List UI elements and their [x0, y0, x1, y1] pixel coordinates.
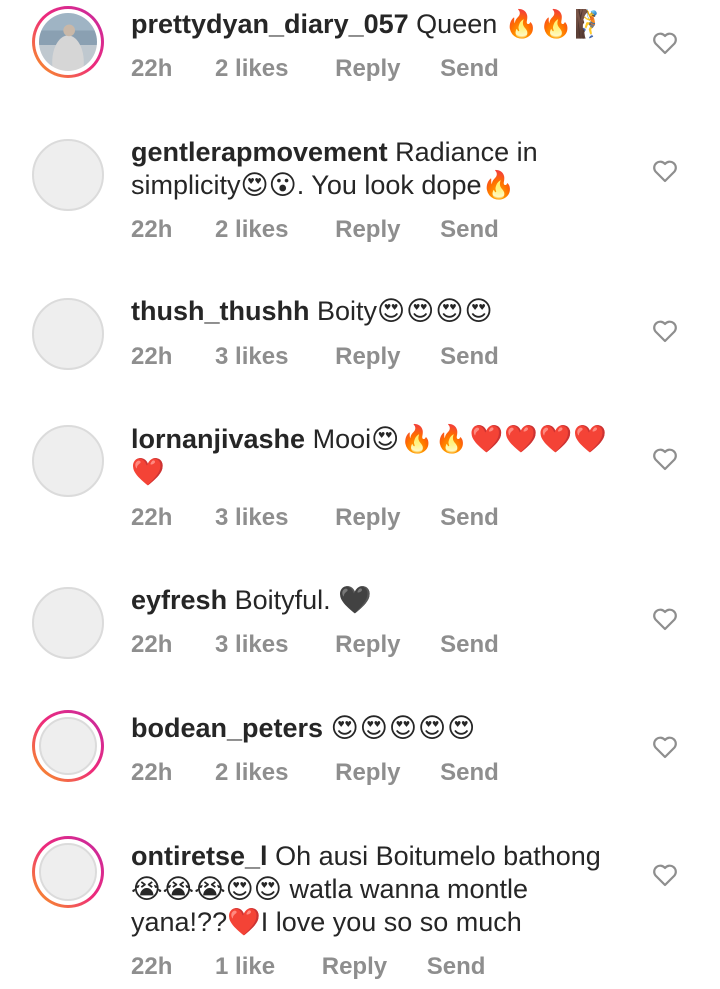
reply-button[interactable]: Reply	[335, 55, 400, 83]
like-heart-icon[interactable]	[652, 447, 678, 471]
avatar[interactable]	[32, 425, 104, 497]
send-button[interactable]: Send	[440, 631, 499, 659]
send-button[interactable]: Send	[440, 216, 499, 244]
comment-text: Boityful.	[234, 585, 331, 615]
comment-time: 22h	[131, 216, 173, 243]
comment-username[interactable]: ontiretse_l	[131, 841, 268, 871]
like-heart-icon[interactable]	[652, 607, 678, 631]
reply-button[interactable]: Reply	[335, 504, 400, 532]
comment-username[interactable]: eyfresh	[131, 585, 227, 615]
comment-time: 22h	[131, 55, 173, 82]
comment-username[interactable]: bodean_peters	[131, 713, 323, 743]
like-heart-icon[interactable]	[652, 863, 678, 887]
avatar[interactable]	[32, 587, 104, 659]
comment-likes[interactable]: 3 likes	[215, 631, 288, 659]
comment-text: Queen	[416, 9, 498, 39]
like-heart-icon[interactable]	[652, 31, 678, 55]
comment-emojis: 😍😍😍😍😍	[330, 713, 477, 743]
reply-button[interactable]: Reply	[322, 953, 387, 981]
avatar[interactable]	[32, 836, 104, 908]
comment-username[interactable]: lornanjivashe	[131, 424, 305, 454]
send-button[interactable]: Send	[440, 759, 499, 787]
send-button[interactable]: Send	[427, 953, 486, 981]
comment-time: 22h	[131, 953, 173, 980]
comment-text: Mooi	[312, 424, 372, 454]
send-button[interactable]: Send	[440, 343, 499, 371]
avatar[interactable]	[32, 6, 104, 78]
comment-emojis: 🖤	[338, 585, 373, 615]
like-heart-icon[interactable]	[652, 159, 678, 183]
reply-button[interactable]: Reply	[335, 759, 400, 787]
reply-button[interactable]: Reply	[335, 216, 400, 244]
like-heart-icon[interactable]	[652, 735, 678, 759]
reply-button[interactable]: Reply	[335, 343, 400, 371]
comment-emojis: 😍😍😍😍	[377, 296, 494, 326]
comment-username[interactable]: thush_thushh	[131, 296, 309, 326]
avatar[interactable]	[32, 139, 104, 211]
send-button[interactable]: Send	[440, 504, 499, 532]
like-heart-icon[interactable]	[652, 319, 678, 343]
comment-likes[interactable]: 2 likes	[215, 759, 288, 787]
comment-likes[interactable]: 1 like	[215, 953, 275, 981]
send-button[interactable]: Send	[440, 55, 499, 83]
comment-time: 22h	[131, 504, 173, 531]
avatar-photo	[39, 13, 97, 71]
avatar[interactable]	[32, 298, 104, 370]
comment-emojis: 🔥🔥🧗	[504, 9, 609, 39]
comment-username[interactable]: prettydyan_diary_057	[131, 9, 409, 39]
comment-time: 22h	[131, 631, 173, 658]
avatar-photo	[39, 717, 97, 775]
comment-likes[interactable]: 2 likes	[215, 55, 288, 83]
comment-likes[interactable]: 3 likes	[215, 343, 288, 371]
avatar[interactable]	[32, 710, 104, 782]
comment-likes[interactable]: 3 likes	[215, 504, 288, 532]
comment-time: 22h	[131, 759, 173, 786]
comment-username[interactable]: gentlerapmovement	[131, 137, 388, 167]
avatar-photo	[39, 843, 97, 901]
comment-time: 22h	[131, 343, 173, 370]
comment-likes[interactable]: 2 likes	[215, 216, 288, 244]
reply-button[interactable]: Reply	[335, 631, 400, 659]
comment-text: Boity	[317, 296, 378, 326]
